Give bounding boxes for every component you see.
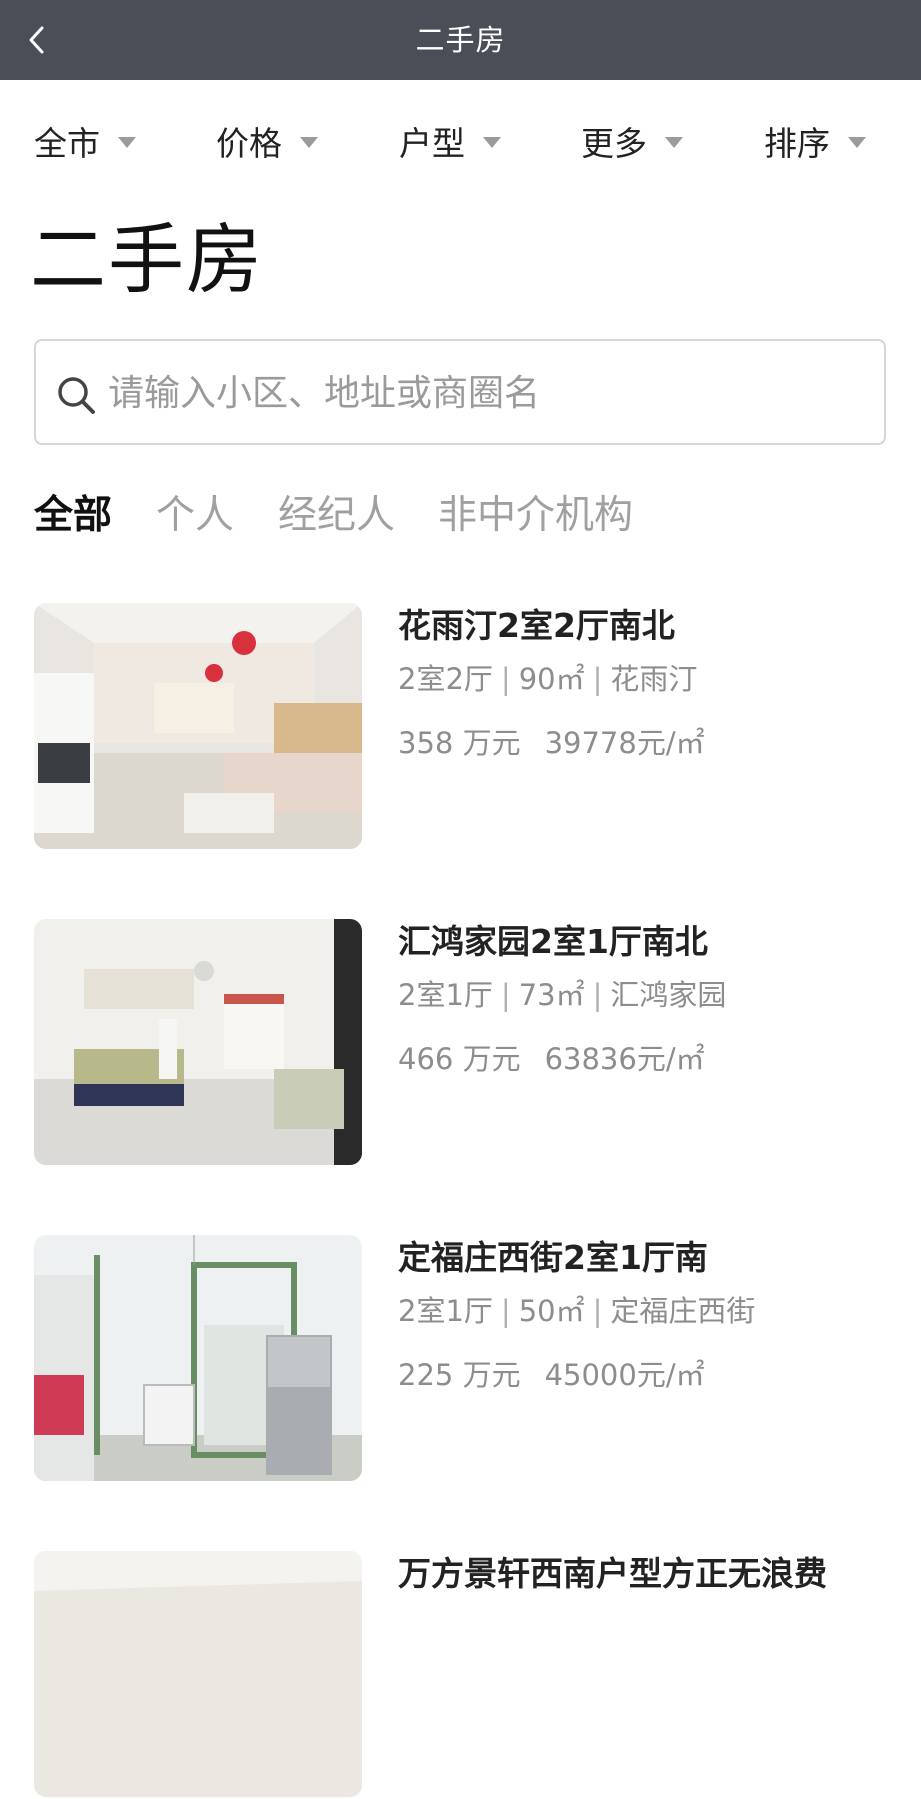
filter-layout-label: 户型 bbox=[399, 124, 465, 163]
listing-unit-price: 63836元/㎡ bbox=[544, 1042, 705, 1076]
divider: | bbox=[592, 1294, 603, 1328]
listing-community: 花雨汀 bbox=[610, 662, 698, 696]
listing-card[interactable]: 汇鸿家园2室1厅南北 2室1厅 | 73㎡ | 汇鸿家园 466 万元 63836元/㎡ bbox=[34, 919, 894, 1167]
listing-community: 汇鸿家园 bbox=[610, 978, 727, 1012]
listing-layout: 2室1厅 bbox=[398, 978, 493, 1012]
listing-title: 汇鸿家园2室1厅南北 bbox=[398, 922, 708, 961]
listing-title: 花雨汀2室2厅南北 bbox=[398, 606, 675, 645]
page-heading: 二手房 bbox=[30, 215, 264, 304]
filter-sort[interactable]: 排序 bbox=[764, 110, 866, 172]
filter-bar: 全市 价格 户型 更多 排序 bbox=[0, 110, 921, 172]
top-navigation-bar: 二手房 bbox=[0, 0, 921, 80]
listing-card[interactable]: 万方景轩西南户型方正无浪费 bbox=[34, 1551, 894, 1799]
listing-area: 73㎡ bbox=[518, 978, 585, 1012]
divider: | bbox=[592, 662, 603, 696]
listing-title: 定福庄西街2室1厅南 bbox=[398, 1238, 708, 1277]
divider: | bbox=[500, 1294, 511, 1328]
search-icon bbox=[54, 373, 98, 417]
caret-down-icon bbox=[665, 136, 683, 148]
listing-card[interactable]: 花雨汀2室2厅南北 2室2厅 | 90㎡ | 花雨汀 358 万元 39778元/㎡ bbox=[34, 603, 894, 851]
listing-details: 2室1厅 | 73㎡ | 汇鸿家园 bbox=[398, 975, 726, 1015]
divider: | bbox=[500, 978, 511, 1012]
listing-total-price: 466 万元 bbox=[398, 1042, 521, 1076]
listing-price-row: 225 万元 45000元/㎡ bbox=[398, 1355, 705, 1395]
listing-layout: 2室1厅 bbox=[398, 1294, 493, 1328]
filter-price-label: 价格 bbox=[216, 124, 282, 163]
search-input[interactable] bbox=[106, 359, 868, 427]
listing-photo bbox=[34, 1551, 362, 1797]
page-title: 二手房 bbox=[415, 23, 506, 57]
tab-non-agency[interactable]: 非中介机构 bbox=[438, 488, 633, 544]
search-box[interactable] bbox=[34, 339, 886, 445]
listing-details: 2室1厅 | 50㎡ | 定福庄西街 bbox=[398, 1291, 755, 1331]
filter-more-label: 更多 bbox=[581, 124, 647, 163]
listing-photo bbox=[34, 603, 362, 849]
listing-title: 万方景轩西南户型方正无浪费 bbox=[398, 1554, 827, 1593]
listing-total-price: 358 万元 bbox=[398, 726, 521, 760]
divider: | bbox=[592, 978, 603, 1012]
tab-agent[interactable]: 经纪人 bbox=[278, 488, 395, 544]
listing-layout: 2室2厅 bbox=[398, 662, 493, 696]
filter-city[interactable]: 全市 bbox=[34, 110, 136, 172]
filter-city-label: 全市 bbox=[34, 124, 100, 163]
listing-photo bbox=[34, 919, 362, 1165]
listing-unit-price: 39778元/㎡ bbox=[544, 726, 705, 760]
tab-all[interactable]: 全部 bbox=[34, 488, 112, 544]
listing-total-price: 225 万元 bbox=[398, 1358, 521, 1392]
listing-area: 90㎡ bbox=[518, 662, 585, 696]
listing-details: 2室2厅 | 90㎡ | 花雨汀 bbox=[398, 659, 697, 699]
caret-down-icon bbox=[118, 136, 136, 148]
listing-card[interactable]: 定福庄西街2室1厅南 2室1厅 | 50㎡ | 定福庄西街 225 万元 45000元/㎡ bbox=[34, 1235, 894, 1483]
filter-price[interactable]: 价格 bbox=[216, 110, 318, 172]
listing-area: 50㎡ bbox=[518, 1294, 585, 1328]
listing-price-row: 466 万元 63836元/㎡ bbox=[398, 1039, 705, 1079]
filter-more[interactable]: 更多 bbox=[581, 110, 683, 172]
listing-price-row: 358 万元 39778元/㎡ bbox=[398, 723, 705, 763]
listing-photo bbox=[34, 1235, 362, 1481]
listing-community: 定福庄西街 bbox=[610, 1294, 756, 1328]
caret-down-icon bbox=[300, 136, 318, 148]
tab-personal[interactable]: 个人 bbox=[156, 488, 234, 544]
divider: | bbox=[500, 662, 511, 696]
filter-layout[interactable]: 户型 bbox=[399, 110, 501, 172]
listing-unit-price: 45000元/㎡ bbox=[544, 1358, 705, 1392]
filter-sort-label: 排序 bbox=[764, 124, 830, 163]
caret-down-icon bbox=[483, 136, 501, 148]
caret-down-icon bbox=[848, 136, 866, 148]
